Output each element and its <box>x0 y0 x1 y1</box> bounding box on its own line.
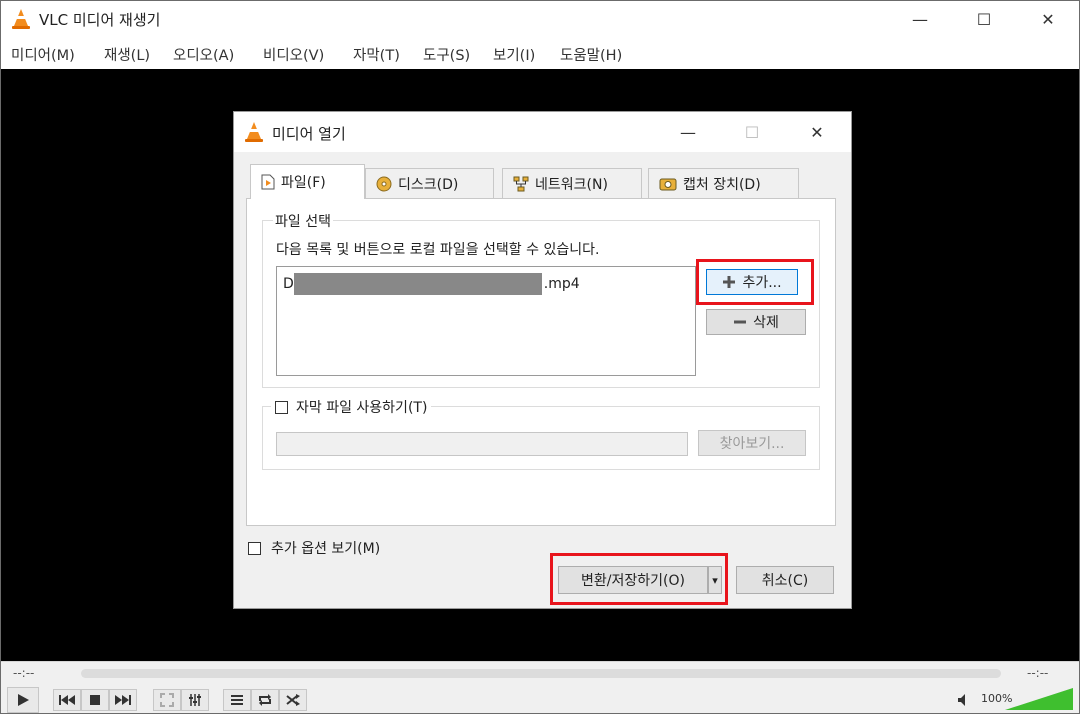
browse-label: 찾아보기... <box>719 436 785 452</box>
menu-subtitle[interactable]: 자막(T) <box>353 44 400 65</box>
close-icon: ✕ <box>810 122 824 142</box>
cancel-button[interactable]: 취소(C) <box>736 566 834 594</box>
disc-icon <box>376 176 392 192</box>
fullscreen-button[interactable] <box>153 689 181 711</box>
cancel-label: 취소(C) <box>761 573 809 589</box>
player-controls: --:-- --:-- 100% <box>1 661 1079 713</box>
subtitle-checkbox[interactable] <box>275 400 288 414</box>
menu-view[interactable]: 보기(I) <box>493 44 535 65</box>
menu-media[interactable]: 미디어(M) <box>11 44 75 65</box>
tab-label: 파일(F) <box>281 175 326 191</box>
dialog-maximize-button: ☐ <box>729 114 775 150</box>
file-name-suffix: .mp4 <box>543 276 580 292</box>
stop-button[interactable] <box>81 689 109 711</box>
next-button[interactable] <box>109 689 137 711</box>
convert-button-highlight <box>550 553 728 605</box>
add-button-highlight <box>696 259 814 305</box>
previous-icon <box>59 695 75 705</box>
subtitle-path-field <box>276 432 688 456</box>
network-icon <box>513 176 529 192</box>
redacted-file-name <box>293 273 542 295</box>
menu-video[interactable]: 비디오(V) <box>263 44 324 65</box>
dialog-minimize-button[interactable]: — <box>665 114 711 150</box>
file-list-item[interactable]: D .mp4 <box>283 273 580 295</box>
stop-icon <box>90 695 100 705</box>
maximize-icon: ☐ <box>976 9 992 29</box>
maximize-button[interactable]: ☐ <box>961 1 1007 37</box>
file-selection-label: 파일 선택 <box>273 211 333 231</box>
extended-settings-button[interactable] <box>181 689 209 711</box>
playlist-button[interactable] <box>223 689 251 711</box>
minimize-icon: — <box>680 122 696 142</box>
subtitle-checkbox-row[interactable]: 자막 파일 사용하기(T) <box>271 397 432 417</box>
tab-label: 캡처 장치(D) <box>683 176 761 193</box>
menu-tools[interactable]: 도구(S) <box>423 44 470 65</box>
capture-icon <box>659 176 677 192</box>
vlc-cone-icon <box>12 9 30 29</box>
browse-subtitle-button: 찾아보기... <box>698 430 806 456</box>
minus-icon <box>734 320 747 324</box>
elapsed-time: --:-- <box>13 666 35 680</box>
file-icon <box>261 174 275 190</box>
dialog-title-bar: 미디어 열기 — ☐ ✕ <box>234 112 851 152</box>
tab-file[interactable]: 파일(F) <box>250 164 365 199</box>
file-list[interactable]: D .mp4 <box>276 266 696 376</box>
shuffle-button[interactable] <box>279 689 307 711</box>
playlist-icon <box>231 695 243 705</box>
vlc-main-window: VLC 미디어 재생기 — ☐ ✕ 미디어(M) 재생(L) 오디오(A) 비디… <box>0 0 1080 714</box>
menu-bar: 미디어(M) 재생(L) 오디오(A) 비디오(V) 자막(T) 도구(S) 보… <box>1 37 1079 69</box>
vlc-cone-icon <box>245 122 263 142</box>
play-button[interactable] <box>7 687 39 713</box>
shuffle-icon <box>286 694 300 706</box>
tab-network[interactable]: 네트워크(N) <box>502 168 642 198</box>
remaining-time: --:-- <box>1027 666 1049 680</box>
speaker-icon[interactable] <box>957 693 971 707</box>
dialog-close-button[interactable]: ✕ <box>794 114 840 150</box>
minimize-button[interactable]: — <box>897 1 943 37</box>
loop-icon <box>259 694 271 706</box>
remove-file-label: 삭제 <box>753 315 779 331</box>
open-media-dialog: 미디어 열기 — ☐ ✕ 파일(F) 디스크(D) 네트워크(N) 캡처 장치(… <box>233 111 852 609</box>
more-options-row[interactable]: 추가 옵션 보기(M) <box>248 538 380 558</box>
close-button[interactable]: ✕ <box>1025 1 1071 37</box>
subtitle-checkbox-label: 자막 파일 사용하기(T) <box>296 400 428 416</box>
maximize-icon: ☐ <box>744 122 760 142</box>
menu-help[interactable]: 도움말(H) <box>560 44 622 65</box>
fullscreen-icon <box>160 693 174 707</box>
tab-label: 네트워크(N) <box>535 176 608 193</box>
minimize-icon: — <box>912 9 928 29</box>
extended-settings-icon <box>189 694 201 706</box>
tab-capture-device[interactable]: 캡처 장치(D) <box>648 168 799 198</box>
window-title: VLC 미디어 재생기 <box>39 11 161 29</box>
menu-audio[interactable]: 오디오(A) <box>173 44 234 65</box>
title-bar: VLC 미디어 재생기 — ☐ ✕ <box>1 1 1079 37</box>
more-options-label: 추가 옵션 보기(M) <box>271 541 381 557</box>
previous-button[interactable] <box>53 689 81 711</box>
play-icon <box>18 694 29 706</box>
tab-disc[interactable]: 디스크(D) <box>365 168 494 198</box>
tab-label: 디스크(D) <box>398 176 459 193</box>
loop-button[interactable] <box>251 689 279 711</box>
menu-playback[interactable]: 재생(L) <box>104 44 150 65</box>
file-selection-hint: 다음 목록 및 버튼으로 로컬 파일을 선택할 수 있습니다. <box>276 242 600 258</box>
next-icon <box>115 695 131 705</box>
seek-bar[interactable] <box>81 669 1001 678</box>
dialog-title: 미디어 열기 <box>272 125 346 143</box>
more-options-checkbox[interactable] <box>248 541 261 555</box>
close-icon: ✕ <box>1041 9 1055 29</box>
file-name-prefix: D <box>283 276 294 292</box>
volume-slider[interactable] <box>1005 688 1073 710</box>
remove-file-button[interactable]: 삭제 <box>706 309 806 335</box>
